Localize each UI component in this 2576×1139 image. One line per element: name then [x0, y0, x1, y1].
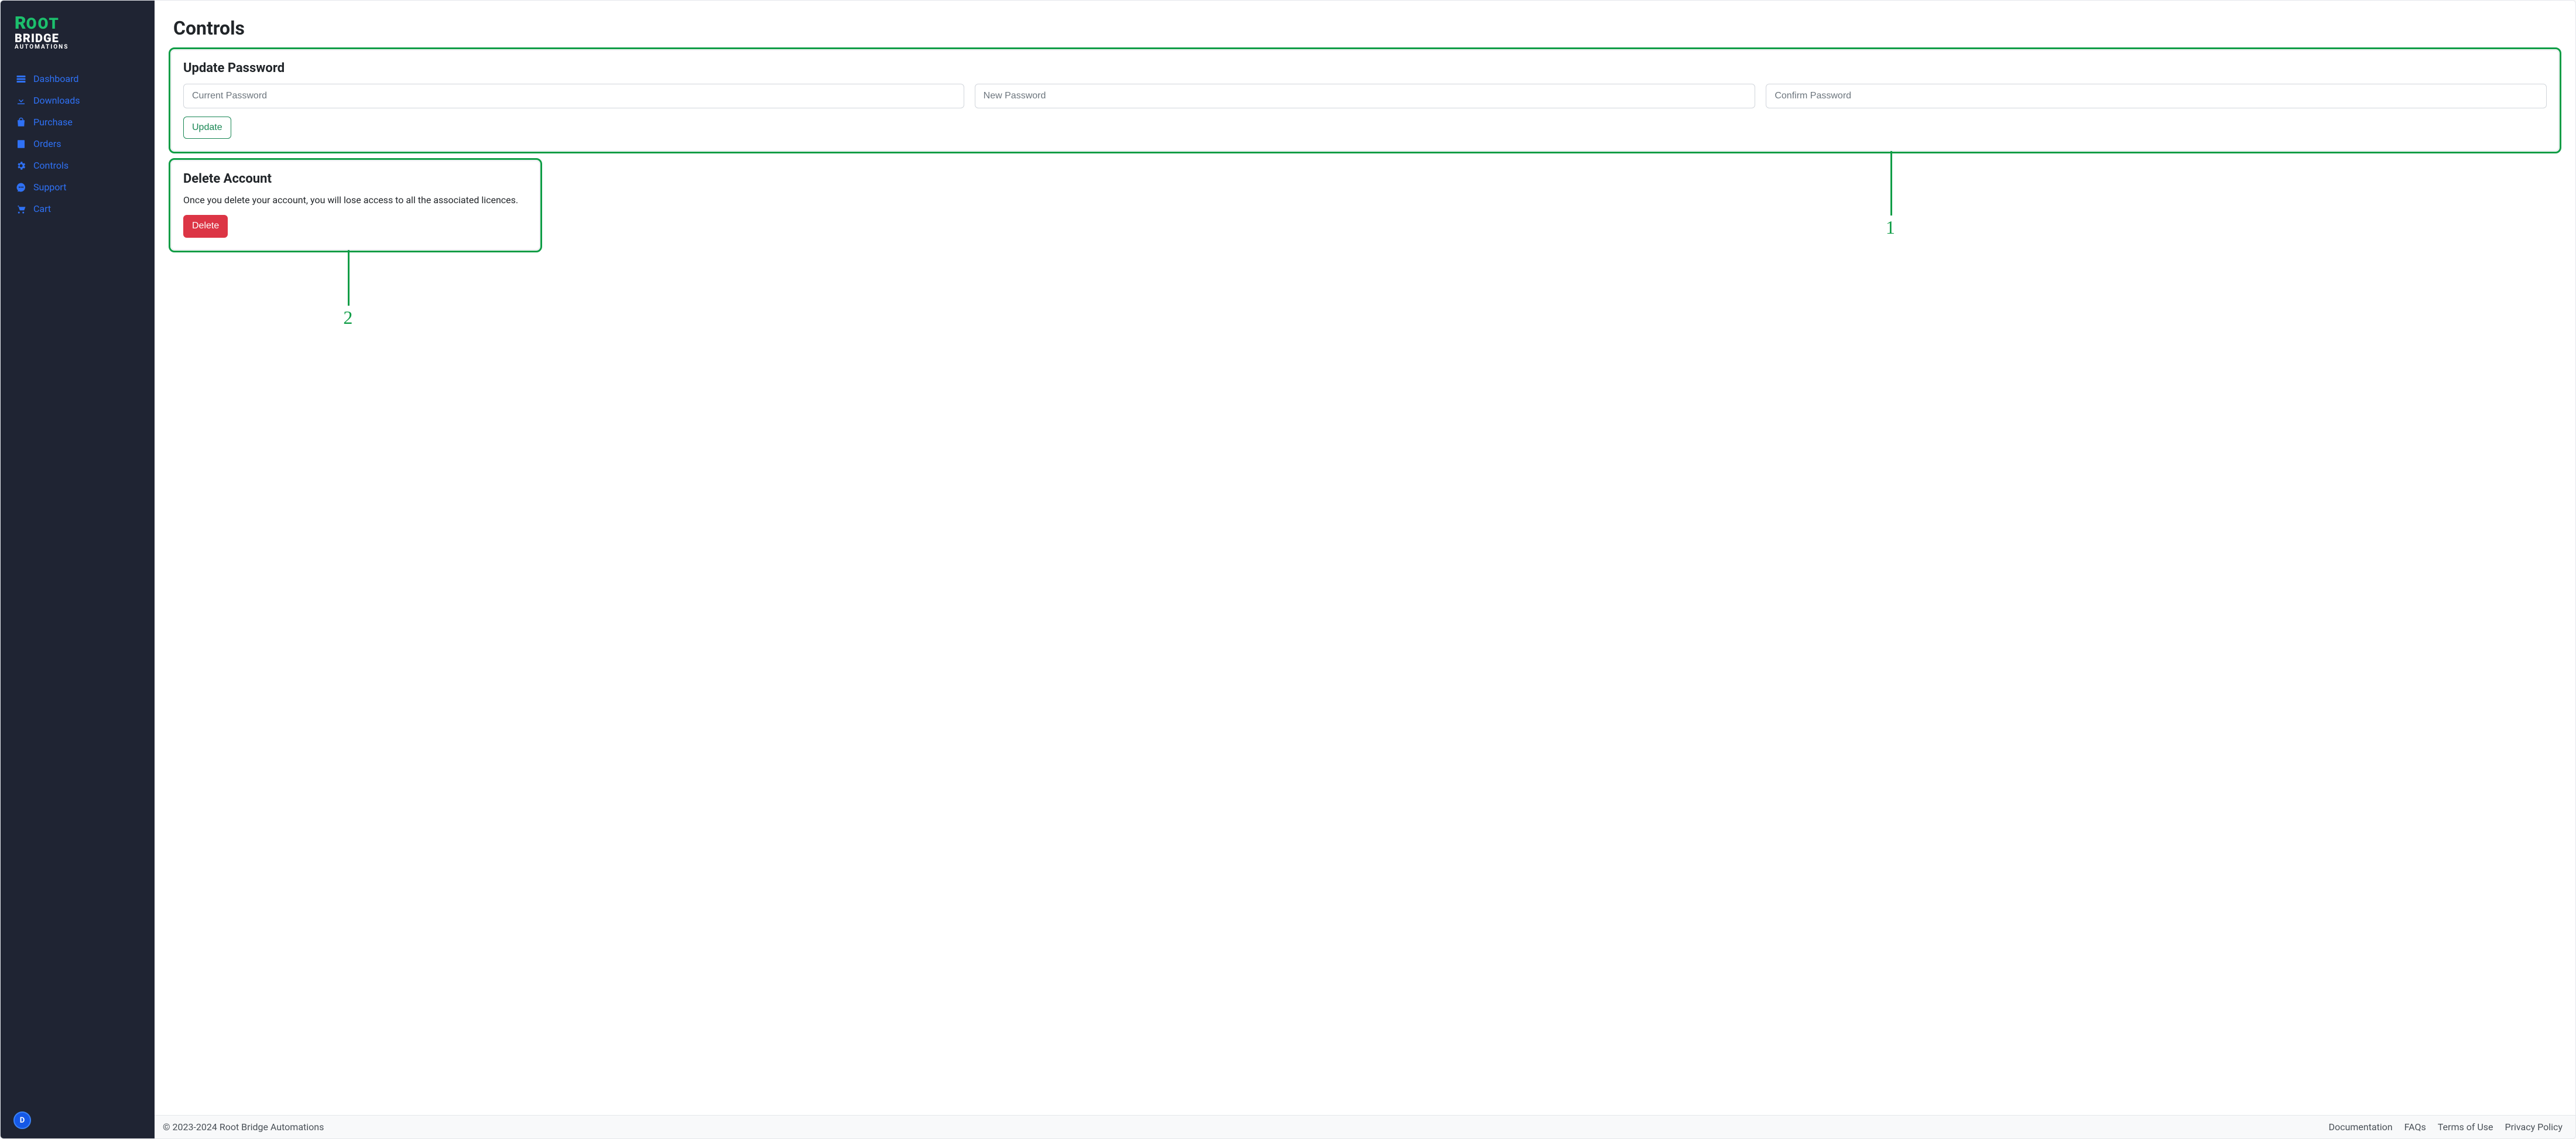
sidebar-item-orders[interactable]: Orders — [10, 133, 145, 155]
update-password-button[interactable]: Update — [183, 117, 231, 139]
delete-account-heading: Delete Account — [183, 172, 527, 186]
sidebar-item-support[interactable]: Support — [10, 176, 145, 198]
sidebar-item-label: Support — [33, 182, 66, 193]
download-icon — [16, 95, 26, 106]
list-icon — [16, 139, 26, 149]
sidebar-item-cart[interactable]: Cart — [10, 198, 145, 220]
sidebar-item-label: Downloads — [33, 95, 80, 106]
brand-mark: R — [15, 15, 25, 32]
annotation-leader-2 — [348, 250, 350, 306]
sidebar-item-label: Dashboard — [33, 73, 78, 84]
delete-account-section: Delete Account Once you delete your acco… — [171, 160, 540, 249]
sidebar: R OOT BRIDGE AUTOMATIONS Dashboard Downl… — [1, 1, 155, 1138]
sidebar-item-purchase[interactable]: Purchase — [10, 111, 145, 133]
dashboard-icon — [16, 74, 26, 84]
main-area: Controls Update Password Update — [155, 1, 2575, 1138]
footer-link-faqs[interactable]: FAQs — [2404, 1121, 2426, 1133]
support-icon — [16, 182, 26, 193]
brand-line1: R OOT — [15, 15, 141, 32]
sidebar-item-downloads[interactable]: Downloads — [10, 90, 145, 111]
avatar-initial: D — [20, 1116, 25, 1125]
footer-link-privacy[interactable]: Privacy Policy — [2505, 1121, 2563, 1133]
sidebar-item-dashboard[interactable]: Dashboard — [10, 68, 145, 90]
current-password-input[interactable] — [183, 84, 964, 108]
user-avatar[interactable]: D — [13, 1111, 31, 1129]
annotation-number-2: 2 — [343, 307, 352, 329]
brand-logo: R OOT BRIDGE AUTOMATIONS — [10, 11, 145, 59]
bag-icon — [16, 117, 26, 128]
footer-link-terms[interactable]: Terms of Use — [2438, 1121, 2493, 1133]
sidebar-item-label: Orders — [33, 138, 61, 149]
app-root: R OOT BRIDGE AUTOMATIONS Dashboard Downl… — [0, 0, 2576, 1139]
content: Controls Update Password Update — [155, 1, 2575, 1115]
page-title: Controls — [173, 17, 2559, 39]
sidebar-item-controls[interactable]: Controls — [10, 155, 145, 176]
new-password-input[interactable] — [975, 84, 1756, 108]
sidebar-item-label: Purchase — [33, 117, 73, 128]
sidebar-item-label: Cart — [33, 203, 51, 214]
brand-line2: BRIDGE — [15, 32, 141, 44]
sidebar-item-label: Controls — [33, 160, 68, 171]
update-password-section: Update Password Update — [171, 50, 2559, 151]
avatar-area: D — [10, 1108, 145, 1130]
gear-icon — [16, 160, 26, 171]
password-inputs-row — [183, 84, 2547, 108]
delete-account-card: Delete Account Once you delete your acco… — [171, 160, 540, 249]
delete-account-button[interactable]: Delete — [183, 215, 228, 237]
footer-copyright: © 2023-2024 Root Bridge Automations — [163, 1121, 324, 1133]
confirm-password-input[interactable] — [1766, 84, 2547, 108]
annotation-leader-1 — [1890, 151, 1892, 216]
sidebar-nav: Dashboard Downloads Purchase Orders — [10, 68, 145, 220]
footer-links: Documentation FAQs Terms of Use Privacy … — [2328, 1121, 2563, 1133]
footer: © 2023-2024 Root Bridge Automations Docu… — [155, 1115, 2575, 1138]
brand-line1-rest: OOT — [26, 16, 60, 32]
footer-link-documentation[interactable]: Documentation — [2328, 1121, 2392, 1133]
brand-line3: AUTOMATIONS — [15, 45, 141, 50]
update-password-heading: Update Password — [183, 61, 2547, 76]
annotation-number-1: 1 — [1886, 217, 1895, 238]
cart-icon — [16, 204, 26, 214]
delete-account-description: Once you delete your account, you will l… — [183, 194, 527, 206]
update-password-card: Update Password Update — [171, 50, 2559, 151]
